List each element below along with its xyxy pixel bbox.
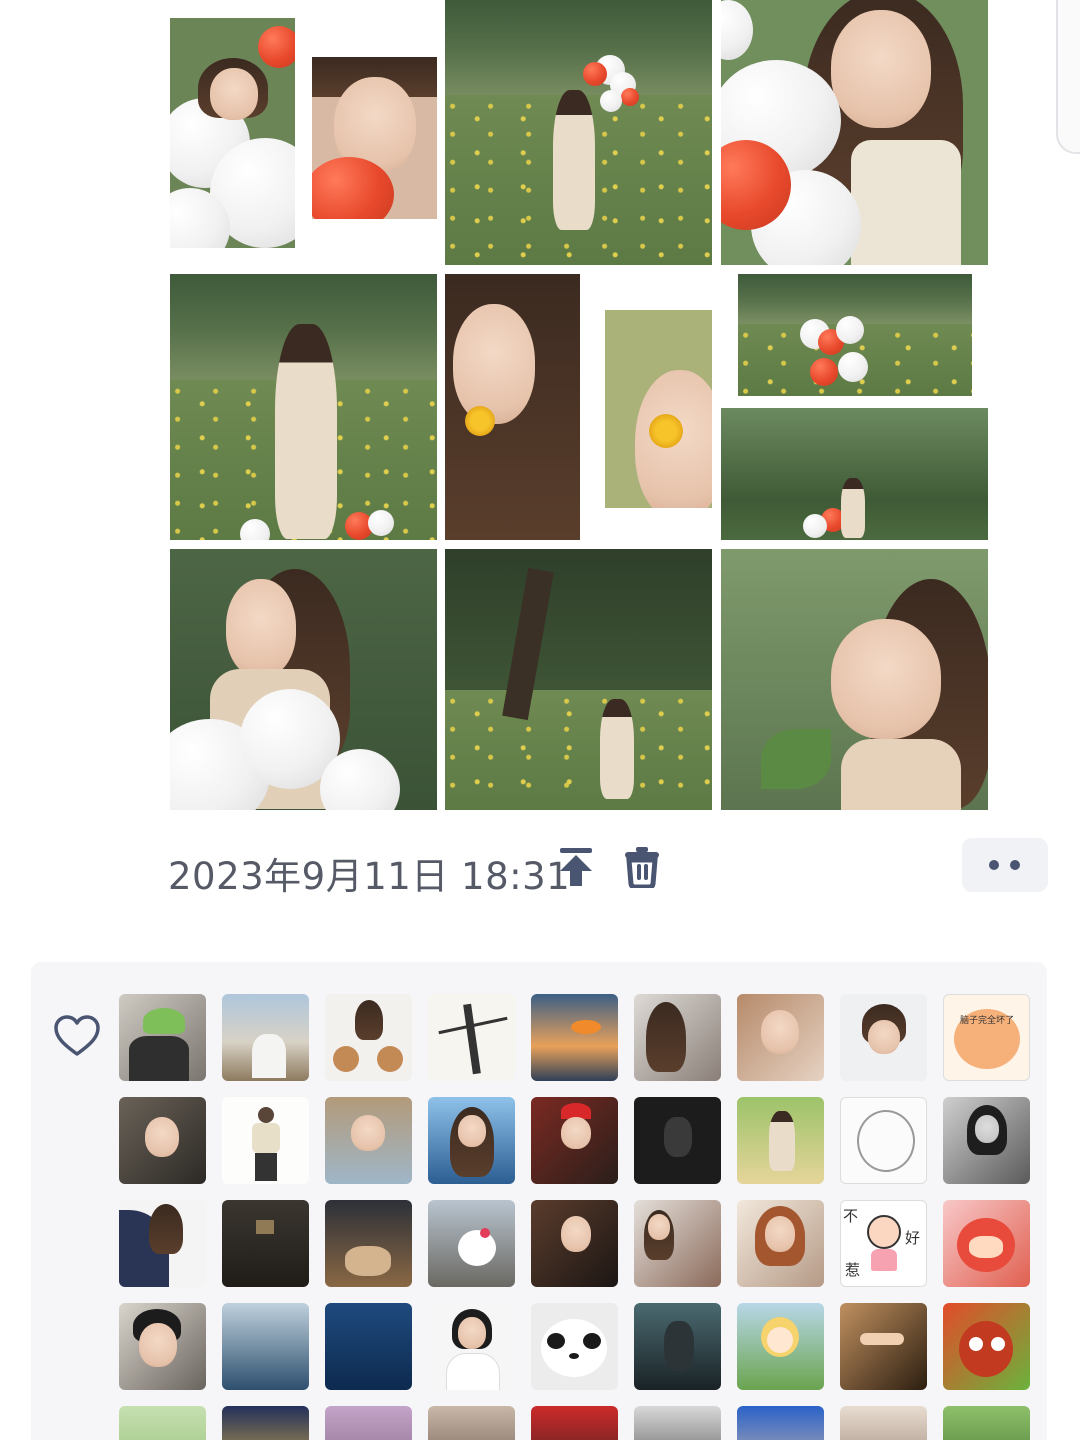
photo-7[interactable] <box>170 549 437 810</box>
avatar[interactable] <box>325 994 412 1081</box>
avatar[interactable] <box>119 1303 206 1390</box>
avatar[interactable] <box>531 1406 618 1440</box>
avatar[interactable] <box>840 1303 927 1390</box>
avatar[interactable] <box>428 994 515 1081</box>
avatar[interactable] <box>428 1097 515 1184</box>
photo-1[interactable] <box>170 0 437 265</box>
photo-3[interactable] <box>721 0 988 265</box>
avatar[interactable] <box>840 1406 927 1440</box>
trash-icon <box>625 847 659 890</box>
pin-top-button[interactable] <box>556 846 596 888</box>
avatar[interactable] <box>737 994 824 1081</box>
more-dots-icon-dot <box>1010 860 1020 870</box>
avatar[interactable] <box>119 1406 206 1440</box>
likes-panel: 脑子完全坏了 不 好 惹 <box>31 962 1047 1440</box>
avatar[interactable] <box>531 1097 618 1184</box>
photo-grid <box>170 0 988 810</box>
avatar[interactable]: 脑子完全坏了 <box>943 994 1030 1081</box>
photo-5[interactable] <box>445 274 712 540</box>
avatar[interactable] <box>943 1200 1030 1287</box>
sticker-char-bottom: 惹 <box>845 1261 861 1279</box>
avatar[interactable] <box>222 1303 309 1390</box>
avatar[interactable] <box>325 1097 412 1184</box>
avatar[interactable] <box>531 1303 618 1390</box>
avatar[interactable] <box>531 1200 618 1287</box>
avatar[interactable] <box>428 1303 515 1390</box>
photo-9[interactable] <box>721 549 988 810</box>
avatar[interactable] <box>943 1303 1030 1390</box>
moment-timestamp: 2023年9月11日 18:31 <box>168 855 571 898</box>
avatar[interactable] <box>222 994 309 1081</box>
heart-outline-icon <box>54 1015 100 1056</box>
moment-detail-page: 2023年9月11日 18:31 脑子完全坏了 不 好 惹 <box>0 0 1080 1440</box>
pin-top-icon <box>560 848 592 886</box>
avatar[interactable] <box>119 994 206 1081</box>
avatar[interactable] <box>634 1303 721 1390</box>
sticker-char-right: 好 <box>905 1229 921 1247</box>
sticker-caption: 脑子完全坏了 <box>959 1016 1014 1026</box>
avatar[interactable] <box>119 1200 206 1287</box>
avatar[interactable] <box>222 1406 309 1440</box>
avatar[interactable] <box>634 994 721 1081</box>
avatar[interactable] <box>840 1097 927 1184</box>
avatar[interactable] <box>737 1097 824 1184</box>
photo-8[interactable] <box>445 549 712 810</box>
avatar[interactable]: 不 好 惹 <box>840 1200 927 1287</box>
avatar[interactable] <box>737 1200 824 1287</box>
avatar[interactable] <box>325 1200 412 1287</box>
sticker-char-top: 不 <box>843 1207 859 1225</box>
avatar[interactable] <box>840 994 927 1081</box>
avatar[interactable] <box>325 1406 412 1440</box>
avatar[interactable] <box>634 1200 721 1287</box>
avatar[interactable] <box>428 1406 515 1440</box>
avatar[interactable] <box>119 1097 206 1184</box>
delete-button[interactable] <box>622 846 662 890</box>
avatar[interactable] <box>943 1097 1030 1184</box>
avatar[interactable] <box>634 1406 721 1440</box>
avatar[interactable] <box>222 1200 309 1287</box>
avatar[interactable] <box>737 1303 824 1390</box>
avatar[interactable] <box>737 1406 824 1440</box>
moment-meta-row: 2023年9月11日 18:31 <box>168 838 1048 898</box>
avatar[interactable] <box>222 1097 309 1184</box>
photo-4[interactable] <box>170 274 437 540</box>
photo-6[interactable] <box>721 274 988 540</box>
avatar[interactable] <box>325 1303 412 1390</box>
more-dots-icon <box>989 860 999 870</box>
scroll-indicator[interactable] <box>1056 0 1080 154</box>
more-options-button[interactable] <box>962 838 1048 892</box>
avatar[interactable] <box>428 1200 515 1287</box>
avatar[interactable] <box>943 1406 1030 1440</box>
avatar[interactable] <box>634 1097 721 1184</box>
avatar[interactable] <box>531 994 618 1081</box>
photo-2[interactable] <box>445 0 712 265</box>
